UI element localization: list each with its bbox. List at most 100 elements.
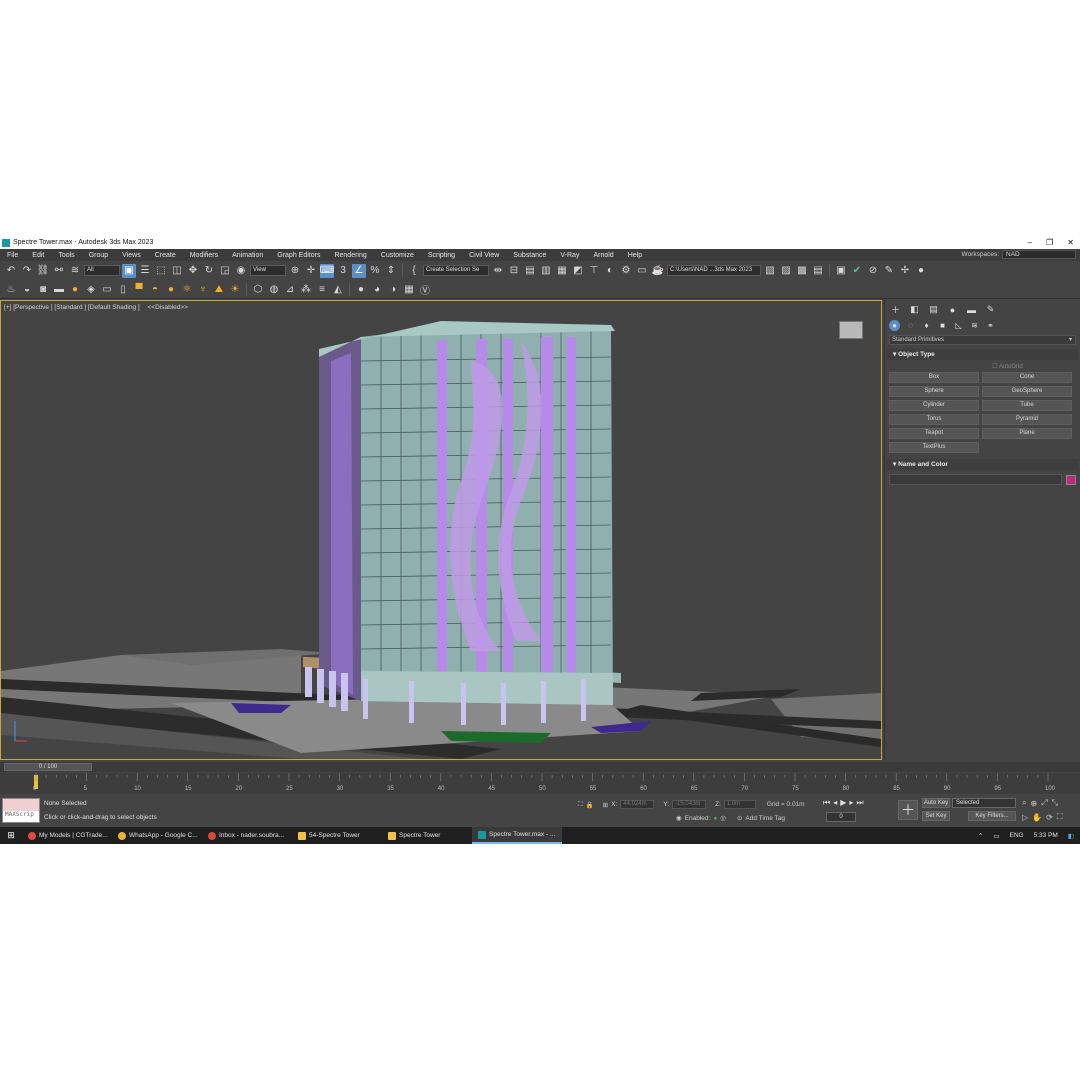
absolute-mode-icon[interactable]: ⊞ bbox=[603, 801, 608, 809]
add-time-tag[interactable]: Add Time Tag bbox=[745, 815, 785, 822]
unlink-icon[interactable]: ⚯ bbox=[52, 264, 66, 278]
menu-substance[interactable]: Substance bbox=[506, 252, 553, 259]
named-selection-dropdown[interactable]: Create Selection Se bbox=[423, 265, 489, 276]
maximize-button[interactable]: ❐ bbox=[1046, 238, 1053, 247]
vray-proxy-icon[interactable]: ⬡ bbox=[251, 282, 265, 296]
percent-snap-icon[interactable]: % bbox=[368, 264, 382, 278]
create-tab-icon[interactable]: ＋ bbox=[890, 304, 901, 315]
taskbar-item-folder-spectre[interactable]: Spectre Tower bbox=[382, 827, 472, 844]
name-color-rollout-header[interactable]: ▾ Name and Color bbox=[887, 459, 1078, 470]
menu-file[interactable]: File bbox=[0, 252, 25, 259]
modify-tab-icon[interactable]: ◧ bbox=[909, 304, 920, 315]
viewcube-widget[interactable] bbox=[839, 321, 863, 339]
track-bar[interactable]: 0 5 10 15 20 25 30 35 40 45 50 55 60 65 70 75 80 85 90 95 10… bbox=[0, 773, 1080, 794]
object-type-rollout-header[interactable]: ▾ Object Type bbox=[887, 349, 1078, 360]
tube-button[interactable]: Tube bbox=[982, 400, 1072, 411]
align-icon[interactable]: ⊟ bbox=[507, 264, 521, 278]
vray-object-icon[interactable]: ▯ bbox=[116, 282, 130, 296]
menu-graph-editors[interactable]: Graph Editors bbox=[270, 252, 327, 259]
windows-start-icon[interactable]: ⊞ bbox=[0, 827, 22, 844]
vray-dome-light-icon[interactable]: ◓ bbox=[148, 282, 162, 296]
cylinder-button[interactable]: Cylinder bbox=[889, 400, 979, 411]
menu-civil-view[interactable]: Civil View bbox=[462, 252, 506, 259]
taskbar-item-cgtrader[interactable]: My Models | CGTrade... bbox=[22, 827, 112, 844]
go-to-start-icon[interactable]: ⏮ bbox=[823, 798, 830, 808]
menu-animation[interactable]: Animation bbox=[225, 252, 270, 259]
menu-customize[interactable]: Customize bbox=[374, 252, 421, 259]
enabled-indicator-icon[interactable]: ● bbox=[713, 815, 717, 822]
layer-explorer-icon[interactable]: ▤ bbox=[523, 264, 537, 278]
previous-frame-icon[interactable]: ◂ bbox=[833, 798, 837, 808]
menu-edit[interactable]: Edit bbox=[25, 252, 51, 259]
vray-sphere-light-icon[interactable]: ● bbox=[164, 282, 178, 296]
vray-frame-icon[interactable]: ● bbox=[914, 264, 928, 278]
zoom-extents-icon[interactable]: ⤢ bbox=[1041, 798, 1047, 808]
taskbar-item-whatsapp[interactable]: WhatsApp - Google C... bbox=[112, 827, 202, 844]
sphere-button[interactable]: Sphere bbox=[889, 386, 979, 397]
close-button[interactable]: ✕ bbox=[1067, 238, 1074, 247]
angle-snap-icon[interactable]: ∠ bbox=[352, 263, 366, 278]
vray-toolbar-icon[interactable]: ✎ bbox=[882, 264, 896, 278]
vfb-icon[interactable]: ▬ bbox=[52, 282, 66, 296]
light-bulb-icon[interactable]: ● bbox=[68, 282, 82, 296]
zoom-extents-all-icon[interactable]: ⤡ bbox=[1052, 798, 1058, 808]
hierarchy-tab-icon[interactable]: ▤ bbox=[928, 304, 939, 315]
menu-group[interactable]: Group bbox=[82, 252, 115, 259]
schematic-view-icon[interactable]: ⊤ bbox=[587, 264, 601, 278]
spacewarps-icon[interactable]: ≋ bbox=[969, 320, 980, 331]
vray-palette-icon[interactable]: ◕ bbox=[370, 282, 384, 296]
project-path-dropdown[interactable]: C:\Users\NAD ...3ds Max 2023 bbox=[667, 265, 761, 276]
vray-tex-icon[interactable]: ▦ bbox=[402, 282, 416, 296]
render-icon[interactable]: ☕ bbox=[651, 264, 665, 278]
vray-render-icon[interactable]: ◒ bbox=[20, 282, 34, 296]
vray-ies-light-icon[interactable]: ♆ bbox=[196, 282, 210, 296]
keyboard-shortcut-toggle-icon[interactable]: ⌨ bbox=[320, 263, 334, 278]
primitive-category-dropdown[interactable]: Standard Primitives ▾ bbox=[889, 335, 1076, 345]
geometry-icon[interactable]: ● bbox=[889, 319, 900, 331]
next-frame-icon[interactable]: ▸ bbox=[849, 798, 853, 808]
cone-button[interactable]: Cone bbox=[982, 372, 1072, 383]
selection-filter-dropdown[interactable]: All bbox=[84, 265, 120, 276]
teapot-button[interactable]: Teapot bbox=[889, 428, 979, 439]
rect-selection-icon[interactable]: ⬚ bbox=[154, 264, 168, 278]
render-setup-icon[interactable]: ⚙ bbox=[619, 264, 633, 278]
taskbar-item-3dsmax[interactable]: Spectre Tower.max - ... bbox=[472, 827, 562, 844]
torus-button[interactable]: Torus bbox=[889, 414, 979, 425]
select-manipulate-icon[interactable]: ✛ bbox=[304, 264, 318, 278]
undo-icon[interactable]: ↶ bbox=[4, 264, 18, 278]
check-icon[interactable]: ✔ bbox=[850, 264, 864, 278]
project-open-icon[interactable]: ▨ bbox=[779, 264, 793, 278]
rotate-icon[interactable]: ↻ bbox=[202, 264, 216, 278]
material-icon[interactable]: ◈ bbox=[84, 282, 98, 296]
autogrid-checkbox[interactable]: ☐ AutoGrid bbox=[885, 363, 1080, 370]
plane-button[interactable]: Plane bbox=[982, 428, 1072, 439]
pan-icon[interactable]: ✋ bbox=[1032, 813, 1042, 822]
utilities-tab-icon[interactable]: ✎ bbox=[985, 304, 996, 315]
menu-scripting[interactable]: Scripting bbox=[421, 252, 462, 259]
set-key-button[interactable]: Set Key bbox=[922, 811, 950, 821]
pivot-center-icon[interactable]: ⊕ bbox=[288, 264, 302, 278]
language-indicator[interactable]: ENG bbox=[1010, 832, 1024, 839]
camera-icon[interactable]: ◙ bbox=[36, 282, 50, 296]
display-tab-icon[interactable]: ▬ bbox=[966, 304, 977, 315]
menu-tools[interactable]: Tools bbox=[51, 252, 81, 259]
scale-icon[interactable]: ◲ bbox=[218, 264, 232, 278]
select-object-icon[interactable]: ▣ bbox=[122, 263, 136, 278]
pyramid-button[interactable]: Pyramid bbox=[982, 414, 1072, 425]
link-icon[interactable]: ⛓ bbox=[36, 264, 50, 278]
lock-icon[interactable]: 🔒 bbox=[586, 801, 594, 809]
menu-views[interactable]: Views bbox=[115, 252, 148, 259]
maximize-viewport-icon[interactable]: ⛶ bbox=[1057, 812, 1063, 822]
spinner-snap-icon[interactable]: ⇕ bbox=[384, 264, 398, 278]
curve-editor-icon[interactable]: ◩ bbox=[571, 264, 585, 278]
adaptive-degradation-icon[interactable]: ◉ bbox=[676, 814, 682, 822]
menu-rendering[interactable]: Rendering bbox=[327, 252, 373, 259]
menu-modifiers[interactable]: Modifiers bbox=[183, 252, 225, 259]
menu-arnold[interactable]: Arnold bbox=[586, 252, 620, 259]
key-selection-dropdown[interactable]: Selected bbox=[952, 798, 1016, 808]
key-filters-button[interactable]: Key Filters... bbox=[968, 811, 1016, 821]
vray-light-plane-icon[interactable]: ▀ bbox=[132, 282, 146, 296]
vray-sun-icon[interactable]: ☀ bbox=[228, 282, 242, 296]
network-icon[interactable]: ▭ bbox=[993, 832, 999, 840]
zoom-all-icon[interactable]: ⊕ bbox=[1030, 799, 1037, 808]
